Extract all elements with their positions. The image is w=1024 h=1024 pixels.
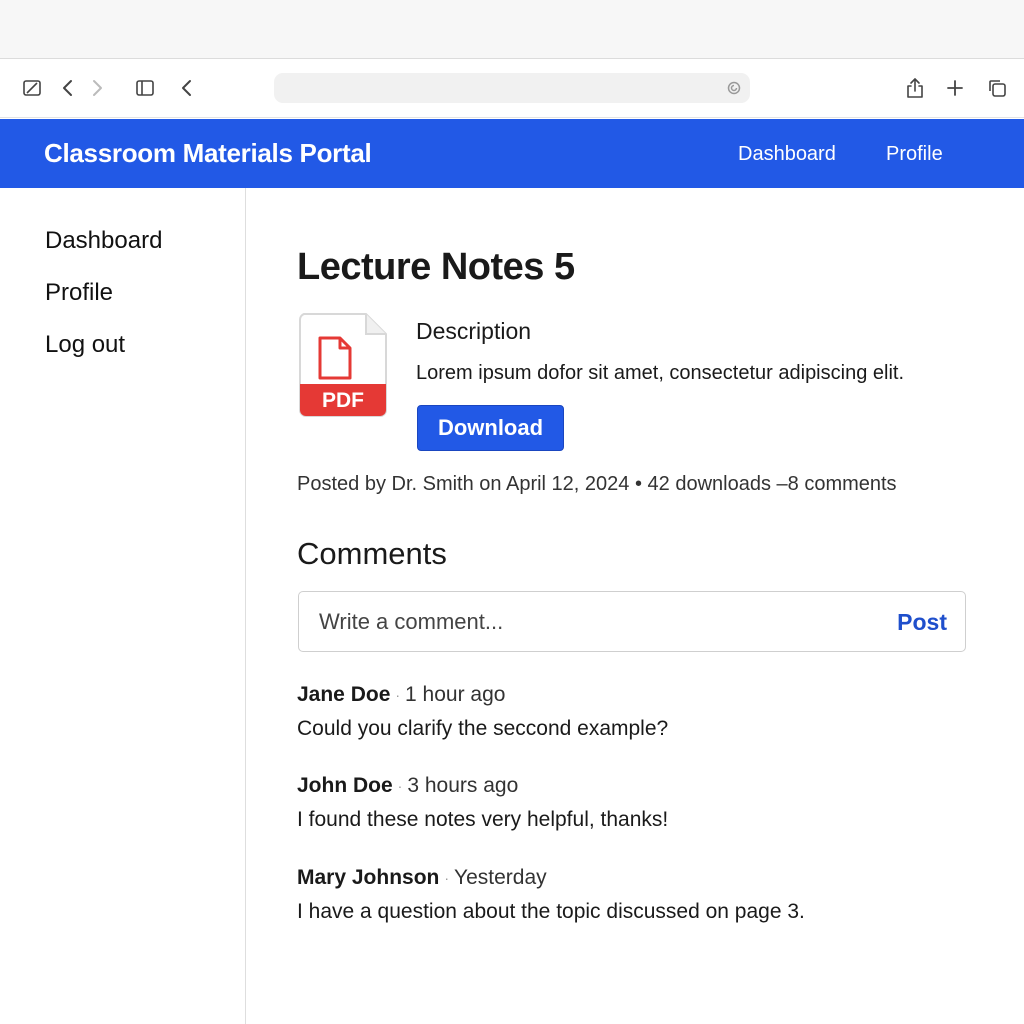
app-header: Classroom Materials Portal Dashboard Pro… bbox=[0, 119, 1024, 188]
comment-time: 1 hour ago bbox=[405, 683, 506, 706]
sidebar: Dashboard Profile Log out bbox=[0, 188, 246, 1024]
back-icon[interactable] bbox=[174, 75, 200, 101]
comments-heading: Comments bbox=[297, 536, 447, 571]
comment-text: I have a question about the topic discus… bbox=[297, 900, 805, 923]
share-icon[interactable] bbox=[902, 75, 928, 101]
comment-separator: · bbox=[444, 870, 450, 887]
sidebar-toggle-icon[interactable] bbox=[19, 75, 45, 101]
comment-input[interactable] bbox=[317, 606, 877, 638]
pdf-label: PDF bbox=[322, 389, 364, 412]
tabs-icon[interactable] bbox=[132, 75, 158, 101]
sidebar-item-dashboard[interactable]: Dashboard bbox=[45, 227, 162, 255]
comment-header: John Doe · 3 hours ago bbox=[297, 774, 977, 798]
browser-title-strip bbox=[0, 0, 1024, 59]
comment-item: Mary Johnson · Yesterday I have a question… bbox=[297, 866, 977, 924]
comment-time: Yesterday bbox=[454, 866, 547, 889]
download-button[interactable]: Download bbox=[417, 405, 564, 451]
reload-icon[interactable] bbox=[724, 78, 744, 98]
comment-author[interactable]: Jane Doe bbox=[297, 683, 390, 706]
forward-icon[interactable] bbox=[84, 75, 110, 101]
comment-header: Jane Doe · 1 hour ago bbox=[297, 683, 977, 707]
description-text: Lorem ipsum dofor sit amet, consectetur … bbox=[416, 362, 904, 384]
sidebar-item-logout[interactable]: Log out bbox=[45, 331, 125, 359]
comment-item: John Doe · 3 hours ago I found these notes… bbox=[297, 774, 977, 832]
description-heading: Description bbox=[416, 318, 532, 344]
sidebar-item-profile[interactable]: Profile bbox=[45, 279, 113, 307]
comment-separator: · bbox=[395, 687, 401, 704]
new-tab-icon[interactable] bbox=[942, 75, 968, 101]
address-bar[interactable] bbox=[274, 73, 750, 103]
comment-author[interactable]: Mary Johnson bbox=[297, 866, 439, 889]
back-icon[interactable] bbox=[55, 75, 81, 101]
comment-text: I found these notes very helpful, thanks… bbox=[297, 808, 669, 831]
comment-author[interactable]: John Doe bbox=[297, 774, 393, 797]
post-button[interactable]: Post bbox=[897, 609, 947, 636]
comment-header: Mary Johnson · Yesterday bbox=[297, 866, 977, 890]
address-input[interactable] bbox=[286, 77, 706, 99]
header-nav-profile[interactable]: Profile bbox=[886, 143, 943, 166]
comment-item: Jane Doe · 1 hour ago Could you clarify th… bbox=[297, 683, 977, 741]
page-title: Lecture Notes 5 bbox=[297, 246, 575, 288]
pdf-file-icon: PDF bbox=[298, 312, 388, 418]
main-content: Lecture Notes 5 PDF Description Lorem ip… bbox=[247, 188, 1024, 1024]
app-title: Classroom Materials Portal bbox=[44, 138, 372, 168]
comment-form: Post bbox=[298, 591, 966, 652]
tab-overview-icon[interactable] bbox=[984, 75, 1010, 101]
comment-time: 3 hours ago bbox=[407, 774, 519, 797]
header-nav-dashboard[interactable]: Dashboard bbox=[738, 143, 836, 166]
material-meta: Posted by Dr. Smith on April 12, 2024 • … bbox=[297, 473, 897, 495]
comment-text: Could you clarify the seccond example? bbox=[297, 717, 669, 740]
comment-separator: · bbox=[397, 778, 403, 795]
browser-toolbar bbox=[0, 59, 1024, 118]
